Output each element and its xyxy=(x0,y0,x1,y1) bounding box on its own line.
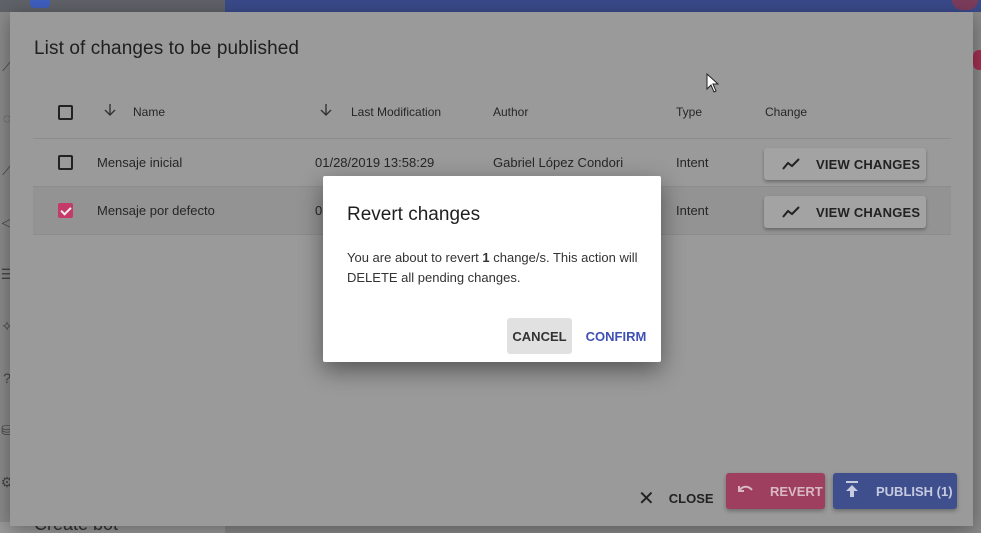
column-change: Change xyxy=(765,105,808,119)
background-app-bar xyxy=(0,0,981,12)
dialog-title: List of changes to be published xyxy=(34,38,300,59)
background-app-chip xyxy=(30,0,50,8)
column-type: Type xyxy=(676,105,703,119)
modal-title: Revert changes xyxy=(347,204,481,225)
background-notification-badge xyxy=(973,50,981,70)
view-changes-button[interactable]: VIEW CHANGES xyxy=(764,148,926,180)
row-type: Intent xyxy=(676,203,709,218)
trending-icon xyxy=(782,158,800,170)
sort-modification-arrow-down-icon[interactable] xyxy=(319,103,333,120)
trending-icon xyxy=(782,206,800,218)
publish-button[interactable]: PUBLISH (1) xyxy=(833,473,957,509)
row-type: Intent xyxy=(676,155,709,170)
mouse-cursor-icon xyxy=(706,73,720,93)
publish-label: PUBLISH (1) xyxy=(876,483,953,499)
view-changes-label: VIEW CHANGES xyxy=(816,156,921,172)
modal-message-prefix: You are about to revert xyxy=(347,250,483,265)
background-header xyxy=(225,0,981,12)
row-last-modification: 0 xyxy=(315,203,323,218)
close-label: CLOSE xyxy=(668,490,714,506)
close-button[interactable]: ✕ CLOSE xyxy=(638,482,714,514)
revert-label: REVERT xyxy=(770,483,823,499)
cancel-button[interactable]: CANCEL xyxy=(507,318,572,354)
select-all-checkbox[interactable] xyxy=(58,105,73,120)
view-changes-button[interactable]: VIEW CHANGES xyxy=(764,196,926,228)
row-checkbox[interactable] xyxy=(58,203,73,218)
confirm-button[interactable]: CONFIRM xyxy=(581,318,651,354)
undo-icon xyxy=(736,482,756,500)
row-last-modification: 01/28/2019 13:58:29 xyxy=(315,155,435,170)
table-header: Name Last Modification Author Type Chang… xyxy=(33,86,951,139)
row-name: Mensaje inicial xyxy=(97,155,183,170)
revert-button[interactable]: REVERT xyxy=(726,473,825,509)
view-changes-label: VIEW CHANGES xyxy=(816,204,921,220)
row-checkbox[interactable] xyxy=(58,155,73,170)
modal-message: You are about to revert 1 change/s. This… xyxy=(347,248,647,288)
row-author: Gabriel López Condori xyxy=(493,155,624,170)
sort-name-arrow-down-icon[interactable] xyxy=(103,103,117,120)
column-author: Author xyxy=(493,105,529,119)
revert-changes-modal: Revert changes You are about to revert 1… xyxy=(323,176,661,362)
row-name: Mensaje por defecto xyxy=(97,203,215,218)
column-name[interactable]: Name xyxy=(133,105,165,119)
close-icon: ✕ xyxy=(638,487,655,510)
column-last-modification[interactable]: Last Modification xyxy=(351,105,441,119)
publish-icon xyxy=(844,480,864,503)
modal-message-count: 1 xyxy=(482,250,490,265)
